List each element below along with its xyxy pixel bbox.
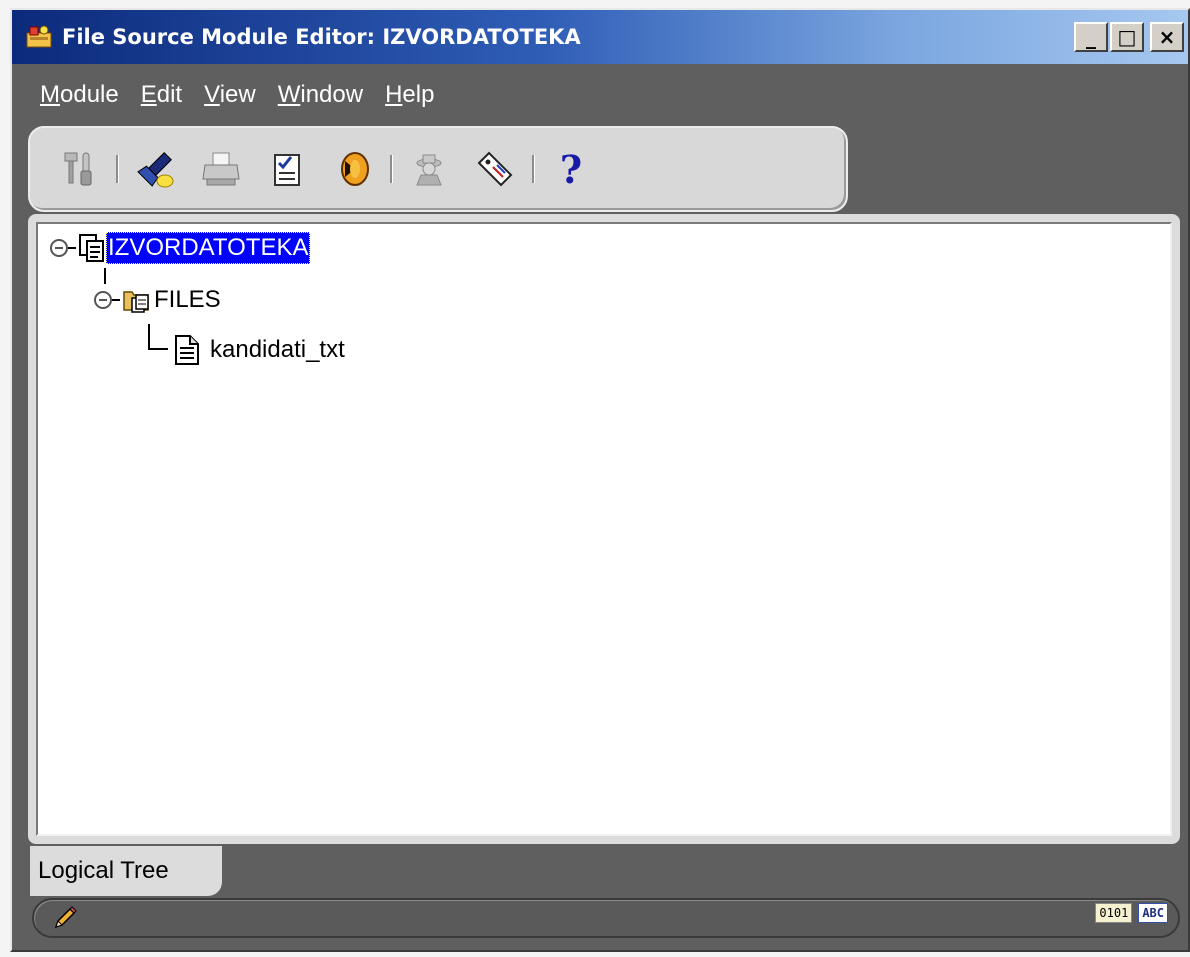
menu-module[interactable]: Module <box>40 81 119 109</box>
tree-node-files[interactable]: FILES <box>94 284 223 316</box>
tab-label: Logical Tree <box>38 857 169 884</box>
print-button[interactable] <box>198 146 244 192</box>
toolbar-separator <box>532 155 534 183</box>
toolbar-separator <box>390 155 392 183</box>
collapse-icon[interactable] <box>94 291 112 309</box>
app-icon <box>24 22 54 52</box>
collapse-icon[interactable] <box>50 239 68 257</box>
menu-bar: Module Edit View Window Help <box>12 64 1188 126</box>
tree-node-root[interactable]: IZVORDATOTEKA <box>50 232 311 264</box>
find-button[interactable] <box>132 146 178 192</box>
title-bar[interactable]: File Source Module Editor: IZVORDATOTEKA… <box>12 10 1188 64</box>
logical-tree-panel[interactable]: IZVORDATOTEKA FILES kandidati_txt <box>36 222 1172 836</box>
tab-logical-tree[interactable]: Logical Tree <box>30 846 222 896</box>
pencil-icon <box>54 906 77 929</box>
tag-button[interactable] <box>472 146 518 192</box>
close-icon: × <box>1158 25 1176 49</box>
toolbar-separator <box>116 155 118 183</box>
tree-connector <box>148 348 168 350</box>
tree-label-root[interactable]: IZVORDATOTEKA <box>106 232 311 264</box>
window-title: File Source Module Editor: IZVORDATOTEKA <box>62 25 581 49</box>
checklist-icon <box>274 154 300 186</box>
minimize-button[interactable]: _ <box>1074 22 1108 52</box>
binary-mode-icon[interactable]: 0101 <box>1095 903 1133 923</box>
toolbar: ? <box>28 126 848 212</box>
help-icon: ? <box>559 146 583 192</box>
text-mode-icon[interactable]: ABC <box>1138 903 1168 923</box>
menu-help[interactable]: Help <box>385 81 434 109</box>
text-file-icon <box>175 335 199 365</box>
tools-icon <box>64 152 92 186</box>
menu-edit[interactable]: Edit <box>141 81 182 109</box>
status-bar: 0101 ABC <box>32 898 1180 938</box>
tree-label-files[interactable]: FILES <box>152 284 223 316</box>
menu-window[interactable]: Window <box>278 81 363 109</box>
folder-icon <box>123 291 149 313</box>
transfer-button[interactable] <box>330 146 376 192</box>
tree-connector <box>104 268 106 284</box>
flashlight-icon <box>137 152 174 188</box>
menu-view[interactable]: View <box>204 81 256 109</box>
editor-window: File Source Module Editor: IZVORDATOTEKA… <box>10 8 1190 952</box>
agent-icon <box>416 154 442 186</box>
printer-icon <box>202 152 240 186</box>
maximize-button[interactable]: □ <box>1110 22 1144 52</box>
tree-node-file[interactable]: kandidati_txt <box>174 334 347 366</box>
transfer-icon <box>341 152 369 186</box>
agent-button[interactable] <box>406 146 452 192</box>
tree-label-file[interactable]: kandidati_txt <box>208 334 347 366</box>
properties-button[interactable] <box>264 146 310 192</box>
maximize-icon: □ <box>1117 25 1137 49</box>
module-icon <box>79 234 104 262</box>
tools-button[interactable] <box>56 146 102 192</box>
help-button[interactable]: ? <box>548 146 594 192</box>
tree-connector <box>148 324 150 350</box>
tree-frame: IZVORDATOTEKA FILES kandidati_txt <box>28 214 1180 844</box>
tag-icon <box>477 151 513 187</box>
close-button[interactable]: × <box>1150 22 1184 52</box>
minimize-icon: _ <box>1086 25 1096 49</box>
